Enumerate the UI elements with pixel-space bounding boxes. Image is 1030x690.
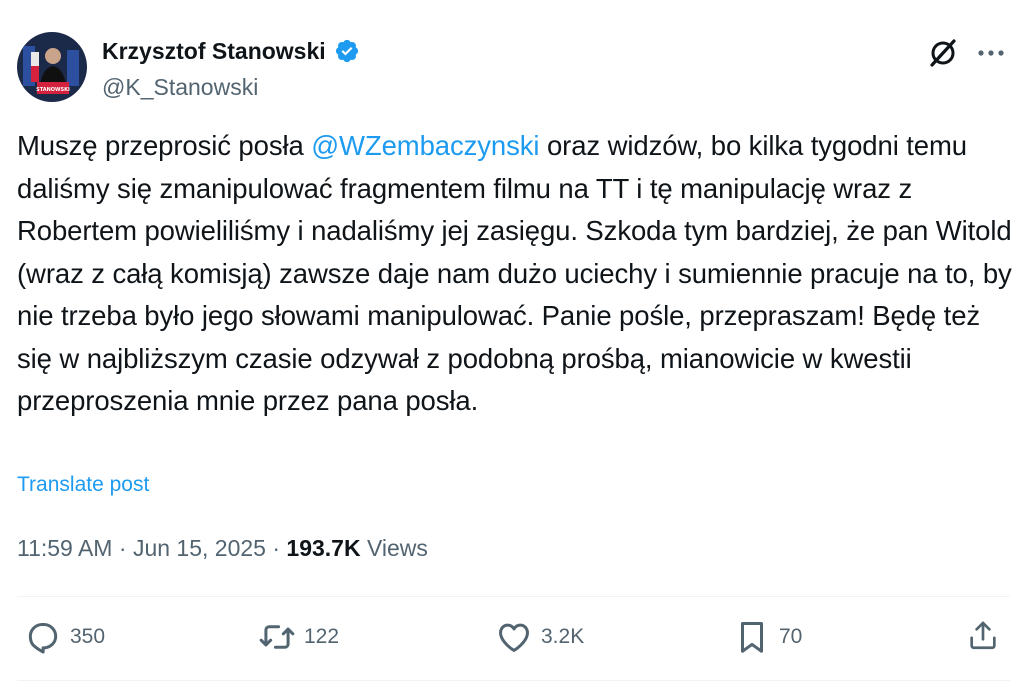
- avatar-label: STANOWSKI: [36, 87, 70, 93]
- post-date[interactable]: Jun 15, 2025: [133, 535, 266, 561]
- like-count: 3.2K: [541, 625, 585, 648]
- meta-separator: ·: [112, 535, 133, 561]
- like-icon: [499, 623, 529, 652]
- post-text-rest: oraz widzów, bo kilka tygodni temu daliś…: [17, 130, 1012, 416]
- bookmark-button[interactable]: 70: [733, 618, 802, 656]
- reply-button[interactable]: 350: [24, 618, 105, 656]
- like-button[interactable]: 3.2K: [495, 618, 584, 656]
- meta-separator-2: ·: [265, 535, 287, 561]
- avatar[interactable]: STANOWSKI: [17, 32, 87, 102]
- repost-count: 122: [304, 625, 340, 648]
- mention-link[interactable]: @WZembaczynski: [311, 130, 539, 161]
- repost-button[interactable]: 122: [258, 618, 339, 656]
- bookmark-icon: [740, 622, 764, 653]
- divider-top: [17, 596, 1010, 597]
- repost-icon: [259, 625, 295, 649]
- divider-bottom: [17, 680, 1010, 681]
- reply-icon: [28, 622, 58, 654]
- author-name-row: Krzysztof Stanowski: [102, 36, 360, 66]
- post-time[interactable]: 11:59 AM: [17, 535, 112, 561]
- author-display-name[interactable]: Krzysztof Stanowski: [102, 36, 326, 66]
- share-icon: [970, 621, 996, 650]
- grok-icon[interactable]: [926, 36, 960, 75]
- views-count: 193.7K: [286, 535, 361, 561]
- post-text: Muszę przeprosić posła @WZembaczynski or…: [17, 125, 1012, 423]
- post-meta: 11:59 AM · Jun 15, 2025 · 193.7K Views: [17, 532, 428, 564]
- post-text-start: Muszę przeprosić posła: [17, 130, 312, 161]
- translate-post-link[interactable]: Translate post: [17, 470, 149, 500]
- reply-count: 350: [70, 625, 106, 648]
- bookmark-count: 70: [779, 625, 803, 648]
- post-card: STANOWSKI Krzysztof Stanowski @K_Stanows…: [0, 0, 1030, 690]
- share-button[interactable]: [966, 618, 1000, 652]
- more-icon[interactable]: [976, 38, 1006, 73]
- verified-badge-icon[interactable]: [334, 38, 360, 64]
- views-label: Views: [360, 535, 428, 561]
- author-handle[interactable]: @K_Stanowski: [102, 72, 258, 102]
